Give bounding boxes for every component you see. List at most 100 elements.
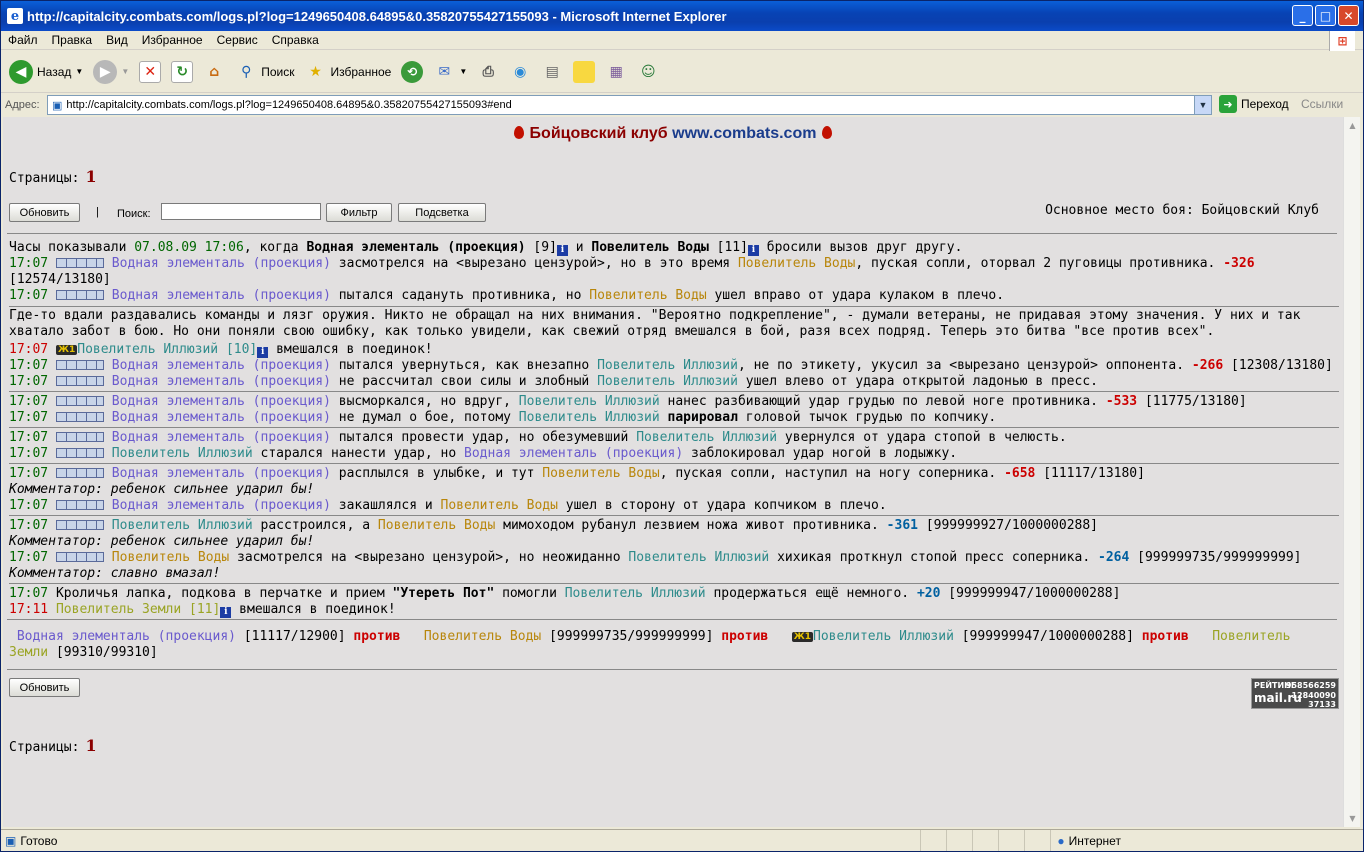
zones-icon bbox=[55, 412, 104, 422]
menu-file[interactable]: Файл bbox=[1, 33, 45, 47]
log-line: 17:07 Повелитель Воды засмотрелся на <вы… bbox=[9, 550, 1302, 565]
mailru-rating-counter[interactable]: РЕЙТИНГ 958566259 mail.ru 12840090 37133 bbox=[1251, 678, 1339, 709]
status-bar: ▣ Готово ● Интернет bbox=[1, 829, 1363, 851]
log-line: 17:07 Водная элементаль (проекция) пытал… bbox=[9, 288, 1005, 303]
divider bbox=[7, 619, 1337, 620]
rating-value: 958566259 bbox=[1285, 681, 1336, 690]
battle-summary: Водная элементаль (проекция) [11117/1290… bbox=[9, 629, 1291, 660]
windows-logo-icon: ⊞ bbox=[1329, 31, 1355, 51]
window-title: http://capitalcity.combats.com/logs.pl?l… bbox=[27, 8, 727, 24]
history-button[interactable]: ⟲ bbox=[401, 60, 424, 83]
browser-window: e http://capitalcity.combats.com/logs.pl… bbox=[0, 0, 1364, 852]
close-button[interactable]: ✕ bbox=[1338, 5, 1359, 26]
menu-view[interactable]: Вид bbox=[99, 33, 135, 47]
scroll-down-icon[interactable]: ▼ bbox=[1344, 810, 1361, 827]
fighter-name[interactable]: Водная элементаль (проекция) bbox=[17, 629, 236, 644]
search-button[interactable]: ⚲ Поиск bbox=[235, 61, 294, 83]
messenger-button[interactable]: ◉ bbox=[509, 61, 531, 83]
forward-button[interactable]: ▶ ▼ bbox=[93, 59, 130, 84]
page-link[interactable]: 1 bbox=[85, 736, 96, 755]
home-button[interactable]: ⌂ bbox=[203, 61, 225, 83]
security-zone: ● Интернет bbox=[1050, 830, 1363, 851]
search-input[interactable] bbox=[161, 203, 321, 220]
address-dropdown-icon[interactable]: ▼ bbox=[1194, 96, 1211, 114]
research-button[interactable]: ▦ bbox=[605, 61, 627, 83]
info-icon[interactable]: i bbox=[257, 347, 269, 358]
header-url[interactable]: www.combats.com bbox=[672, 125, 816, 142]
divider bbox=[9, 306, 1339, 307]
address-label: Адрес: bbox=[5, 99, 40, 111]
research-icon: ▦ bbox=[609, 63, 623, 80]
info-icon[interactable]: i bbox=[220, 607, 232, 618]
menu-help[interactable]: Справка bbox=[265, 33, 326, 47]
note-button[interactable] bbox=[573, 60, 596, 83]
page-content: Бойцовский клуб www.combats.com Страницы… bbox=[3, 117, 1343, 827]
blood-drop-icon bbox=[822, 126, 833, 139]
back-button[interactable]: ◀ Назад ▼ bbox=[9, 59, 83, 84]
back-label: Назад bbox=[37, 64, 72, 79]
title-bar: e http://capitalcity.combats.com/logs.pl… bbox=[1, 1, 1363, 31]
fighter-name[interactable]: Повелитель Иллюзий bbox=[813, 629, 954, 644]
info-icon[interactable]: i bbox=[556, 245, 568, 256]
pages-bottom: Страницы: 1 bbox=[9, 736, 97, 755]
log-line: 17:11 Повелитель Земли [11] i вмешался в … bbox=[9, 602, 396, 618]
header-title: Бойцовский клуб bbox=[529, 125, 668, 142]
favorites-button[interactable]: ★ Избранное bbox=[305, 61, 392, 83]
go-button[interactable]: ➜ Переход bbox=[1219, 95, 1289, 113]
edit-icon: ▤ bbox=[545, 63, 559, 80]
stop-icon: ✕ bbox=[139, 60, 162, 83]
filter-button[interactable]: Фильтр bbox=[326, 203, 392, 222]
favorites-label: Избранное bbox=[330, 64, 392, 79]
log-line: 17:07 Водная элементаль (проекция) засмо… bbox=[9, 256, 1255, 271]
edit-button[interactable]: ▤ bbox=[541, 61, 563, 83]
log-paragraph: Где-то вдали раздавались команды и лязг … bbox=[9, 308, 1301, 339]
fighter-name[interactable]: Повелитель Воды bbox=[424, 629, 541, 644]
chevron-down-icon: ▼ bbox=[459, 67, 468, 76]
address-input[interactable]: ▣ http://capitalcity.combats.com/logs.pl… bbox=[47, 95, 1212, 115]
menu-bar: Файл Правка Вид Избранное Сервис Справка bbox=[1, 31, 1363, 50]
menu-tools[interactable]: Сервис bbox=[210, 33, 265, 47]
star-icon: ★ bbox=[309, 63, 322, 80]
log-line: Часы показывали 07.08.09 17:06, когда Во… bbox=[9, 240, 963, 256]
minimize-button[interactable]: _ bbox=[1292, 5, 1313, 26]
zones-icon bbox=[55, 448, 104, 458]
note-icon bbox=[573, 60, 596, 83]
highlight-button[interactable]: Подсветка bbox=[398, 203, 486, 222]
divider bbox=[9, 515, 1339, 516]
pages-label: Страницы: bbox=[9, 740, 80, 755]
search-icon: ⚲ bbox=[241, 63, 252, 80]
divider bbox=[9, 583, 1339, 584]
log-line: 17:07 Водная элементаль (проекция) пытал… bbox=[9, 430, 1067, 445]
contacts-icon: ☺ bbox=[640, 63, 656, 80]
separator: | bbox=[96, 206, 99, 218]
menu-edit[interactable]: Правка bbox=[45, 33, 100, 47]
info-icon[interactable]: i bbox=[747, 245, 759, 256]
log-line: 17:07 Ж1 Повелитель Иллюзий [10] i вмешалс… bbox=[9, 342, 433, 358]
menu-favorites[interactable]: Избранное bbox=[135, 33, 210, 47]
log-line: 17:07 Кроличья лапка, подкова в перчатке… bbox=[9, 586, 1121, 601]
page-header: Бойцовский клуб www.combats.com bbox=[3, 125, 1343, 143]
commentator-line: Комментатор: ребенок сильнее ударил бы! bbox=[9, 534, 315, 549]
refresh-log-button[interactable]: Обновить bbox=[9, 203, 80, 222]
back-arrow-icon: ◀ bbox=[9, 59, 33, 84]
log-line: 17:07 Водная элементаль (проекция) пытал… bbox=[9, 358, 1333, 373]
zones-icon bbox=[55, 376, 104, 386]
scroll-up-icon[interactable]: ▲ bbox=[1344, 117, 1361, 134]
address-url: http://capitalcity.combats.com/logs.pl?l… bbox=[66, 99, 512, 111]
print-button[interactable]: ⎙ bbox=[477, 61, 499, 83]
page-link[interactable]: 1 bbox=[85, 167, 96, 186]
links-button[interactable]: Ссылки bbox=[1301, 97, 1343, 111]
chevron-down-icon: ▼ bbox=[121, 67, 130, 76]
stop-button[interactable]: ✕ bbox=[139, 60, 162, 83]
mail-button[interactable]: ✉ ▼ bbox=[433, 61, 467, 83]
zones-icon bbox=[55, 396, 104, 406]
refresh-button[interactable]: ↻ bbox=[171, 60, 194, 83]
print-icon: ⎙ bbox=[482, 63, 494, 80]
status-text: Готово bbox=[20, 833, 58, 848]
maximize-button[interactable]: □ bbox=[1315, 5, 1336, 26]
refresh-log-button-bottom[interactable]: Обновить bbox=[9, 678, 80, 697]
vertical-scrollbar[interactable]: ▲ ▼ bbox=[1343, 117, 1360, 827]
contacts-button[interactable]: ☺ bbox=[637, 61, 659, 83]
zones-icon bbox=[55, 552, 104, 562]
log-line: 17:07 Повелитель Иллюзий расстроился, а … bbox=[9, 518, 1098, 533]
